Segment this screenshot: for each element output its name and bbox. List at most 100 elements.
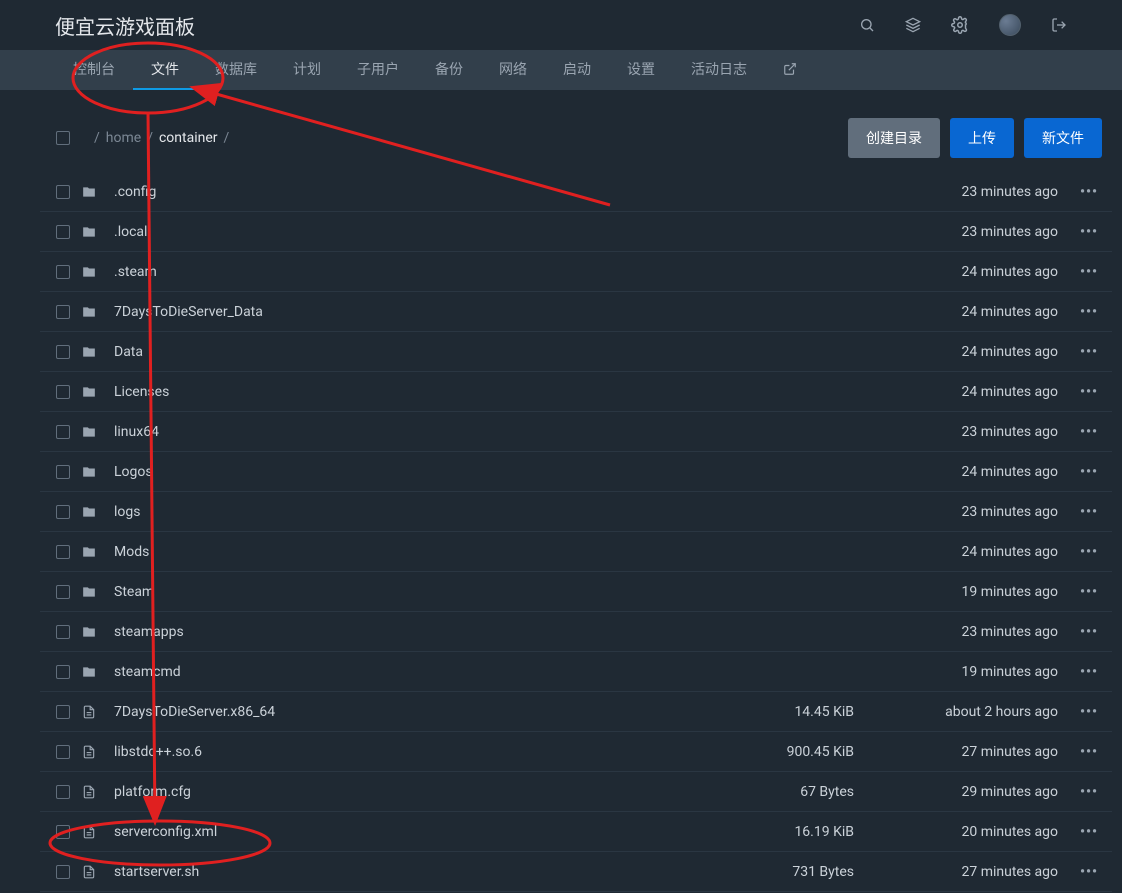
breadcrumb-container[interactable]: container (159, 130, 218, 146)
select-all-checkbox[interactable] (56, 131, 70, 145)
folder-icon (80, 265, 98, 279)
file-row[interactable]: Mods24 minutes ago••• (40, 532, 1112, 572)
row-menu-icon[interactable]: ••• (1074, 224, 1104, 240)
row-checkbox[interactable] (56, 705, 70, 719)
file-row[interactable]: .config23 minutes ago••• (40, 172, 1112, 212)
file-name[interactable]: steamcmd (114, 664, 714, 680)
row-menu-icon[interactable]: ••• (1074, 544, 1104, 560)
row-menu-icon[interactable]: ••• (1074, 704, 1104, 720)
row-menu-icon[interactable]: ••• (1074, 624, 1104, 640)
row-menu-icon[interactable]: ••• (1074, 344, 1104, 360)
row-menu-icon[interactable]: ••• (1074, 584, 1104, 600)
tab-files[interactable]: 文件 (133, 50, 197, 90)
folder-icon (80, 585, 98, 599)
file-name[interactable]: .steam (114, 264, 714, 280)
file-row[interactable]: steamcmd19 minutes ago••• (40, 652, 1112, 692)
file-row[interactable]: Data24 minutes ago••• (40, 332, 1112, 372)
file-list: .config23 minutes ago•••.local23 minutes… (40, 172, 1112, 892)
tab-activity[interactable]: 活动日志 (673, 50, 765, 90)
file-row[interactable]: Logos24 minutes ago••• (40, 452, 1112, 492)
row-menu-icon[interactable]: ••• (1074, 304, 1104, 320)
file-name[interactable]: Licenses (114, 384, 714, 400)
row-checkbox[interactable] (56, 745, 70, 759)
row-checkbox[interactable] (56, 545, 70, 559)
row-checkbox[interactable] (56, 225, 70, 239)
row-menu-icon[interactable]: ••• (1074, 744, 1104, 760)
tab-console[interactable]: 控制台 (55, 50, 133, 90)
file-name[interactable]: .config (114, 184, 714, 200)
tab-settings[interactable]: 设置 (609, 50, 673, 90)
file-name[interactable]: Data (114, 344, 714, 360)
file-name[interactable]: 7DaysToDieServer_Data (114, 304, 714, 320)
tab-backups[interactable]: 备份 (417, 50, 481, 90)
file-name[interactable]: Logos (114, 464, 714, 480)
file-name[interactable]: platform.cfg (114, 784, 714, 800)
row-menu-icon[interactable]: ••• (1074, 784, 1104, 800)
row-checkbox[interactable] (56, 385, 70, 399)
tab-subusers[interactable]: 子用户 (339, 50, 417, 90)
tab-startup[interactable]: 启动 (545, 50, 609, 90)
upload-button[interactable]: 上传 (950, 118, 1014, 158)
row-menu-icon[interactable]: ••• (1074, 864, 1104, 880)
row-checkbox[interactable] (56, 265, 70, 279)
file-row[interactable]: libstdc++.so.6900.45 KiB27 minutes ago••… (40, 732, 1112, 772)
file-row[interactable]: 7DaysToDieServer_Data24 minutes ago••• (40, 292, 1112, 332)
file-row[interactable]: Licenses24 minutes ago••• (40, 372, 1112, 412)
file-name[interactable]: Mods (114, 544, 714, 560)
avatar[interactable] (999, 14, 1021, 36)
row-checkbox[interactable] (56, 865, 70, 879)
file-row[interactable]: platform.cfg67 Bytes29 minutes ago••• (40, 772, 1112, 812)
row-menu-icon[interactable]: ••• (1074, 184, 1104, 200)
folder-icon (80, 345, 98, 359)
row-checkbox[interactable] (56, 185, 70, 199)
file-row[interactable]: .steam24 minutes ago••• (40, 252, 1112, 292)
file-row[interactable]: serverconfig.xml16.19 KiB20 minutes ago•… (40, 812, 1112, 852)
file-row[interactable]: logs23 minutes ago••• (40, 492, 1112, 532)
row-checkbox[interactable] (56, 585, 70, 599)
row-menu-icon[interactable]: ••• (1074, 264, 1104, 280)
file-row[interactable]: steamapps23 minutes ago••• (40, 612, 1112, 652)
logout-icon[interactable] (1051, 17, 1067, 33)
tab-schedules[interactable]: 计划 (275, 50, 339, 90)
file-row[interactable]: Steam19 minutes ago••• (40, 572, 1112, 612)
row-checkbox[interactable] (56, 505, 70, 519)
file-name[interactable]: steamapps (114, 624, 714, 640)
file-name[interactable]: startserver.sh (114, 864, 714, 880)
file-name[interactable]: logs (114, 504, 714, 520)
row-checkbox[interactable] (56, 465, 70, 479)
row-checkbox[interactable] (56, 625, 70, 639)
file-row[interactable]: .local23 minutes ago••• (40, 212, 1112, 252)
file-row[interactable]: linux6423 minutes ago••• (40, 412, 1112, 452)
row-checkbox[interactable] (56, 785, 70, 799)
file-row[interactable]: startserver.sh731 Bytes27 minutes ago••• (40, 852, 1112, 892)
create-directory-button[interactable]: 创建目录 (848, 118, 940, 158)
tab-databases[interactable]: 数据库 (197, 50, 275, 90)
row-menu-icon[interactable]: ••• (1074, 664, 1104, 680)
breadcrumb-home[interactable]: home (106, 130, 141, 146)
tab-external-icon[interactable] (765, 50, 815, 90)
admin-cog-icon[interactable] (951, 16, 969, 34)
tab-network[interactable]: 网络 (481, 50, 545, 90)
file-name[interactable]: libstdc++.so.6 (114, 744, 714, 760)
row-checkbox[interactable] (56, 345, 70, 359)
file-name[interactable]: serverconfig.xml (114, 824, 714, 840)
file-name[interactable]: Steam (114, 584, 714, 600)
file-row[interactable]: 7DaysToDieServer.x86_6414.45 KiBabout 2 … (40, 692, 1112, 732)
file-name[interactable]: 7DaysToDieServer.x86_64 (114, 704, 714, 720)
row-menu-icon[interactable]: ••• (1074, 504, 1104, 520)
search-icon[interactable] (859, 17, 875, 33)
row-checkbox[interactable] (56, 425, 70, 439)
row-menu-icon[interactable]: ••• (1074, 464, 1104, 480)
topbar-icons (859, 14, 1067, 36)
row-menu-icon[interactable]: ••• (1074, 384, 1104, 400)
breadcrumb-sep: / (94, 130, 100, 146)
row-checkbox[interactable] (56, 825, 70, 839)
row-checkbox[interactable] (56, 305, 70, 319)
row-checkbox[interactable] (56, 665, 70, 679)
file-name[interactable]: linux64 (114, 424, 714, 440)
new-file-button[interactable]: 新文件 (1024, 118, 1102, 158)
layers-icon[interactable] (905, 17, 921, 33)
row-menu-icon[interactable]: ••• (1074, 824, 1104, 840)
row-menu-icon[interactable]: ••• (1074, 424, 1104, 440)
file-name[interactable]: .local (114, 224, 714, 240)
